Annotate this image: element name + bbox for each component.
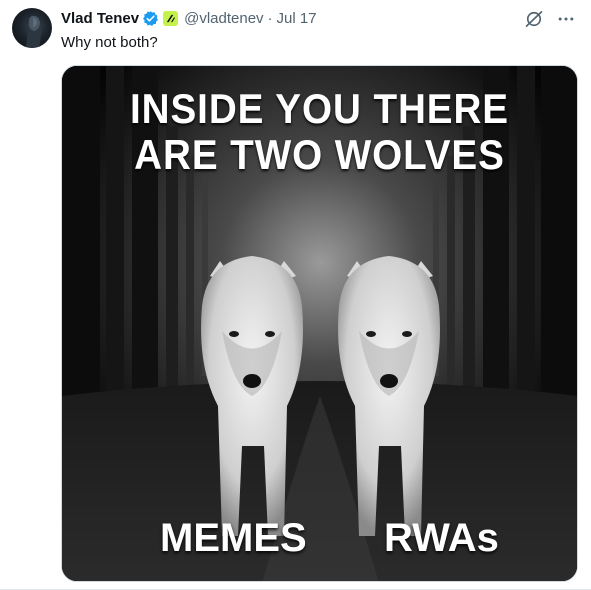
meme-title: INSIDE YOU THERE ARE TWO WOLVES <box>83 86 557 178</box>
caption-right: RWAs <box>384 516 499 560</box>
tweet-header: Vlad Tenev @vladtenev · Jul 17 <box>61 8 317 28</box>
verified-badge-icon <box>142 10 159 27</box>
post-date[interactable]: Jul 17 <box>277 10 317 27</box>
separator-dot: · <box>267 9 273 27</box>
affiliation-badge-icon[interactable] <box>163 10 179 26</box>
media-image[interactable]: INSIDE YOU THERE ARE TWO WOLVES MEMES RW… <box>61 65 578 582</box>
tweet[interactable]: Vlad Tenev @vladtenev · Jul 17 Why not b… <box>0 0 591 590</box>
more-options-icon[interactable] <box>555 8 577 30</box>
tweet-text: Why not both? <box>61 34 158 51</box>
grok-icon[interactable] <box>523 8 545 30</box>
meme-title-line-1: INSIDE YOU THERE <box>129 85 510 132</box>
top-actions <box>523 8 577 30</box>
author-handle[interactable]: @vladtenev <box>184 10 263 27</box>
avatar[interactable] <box>12 8 52 48</box>
caption-left: MEMES <box>160 516 307 560</box>
meme-title-line-2: ARE TWO WOLVES <box>134 131 505 178</box>
avatar-image <box>26 15 42 48</box>
author-name[interactable]: Vlad Tenev <box>61 10 139 27</box>
